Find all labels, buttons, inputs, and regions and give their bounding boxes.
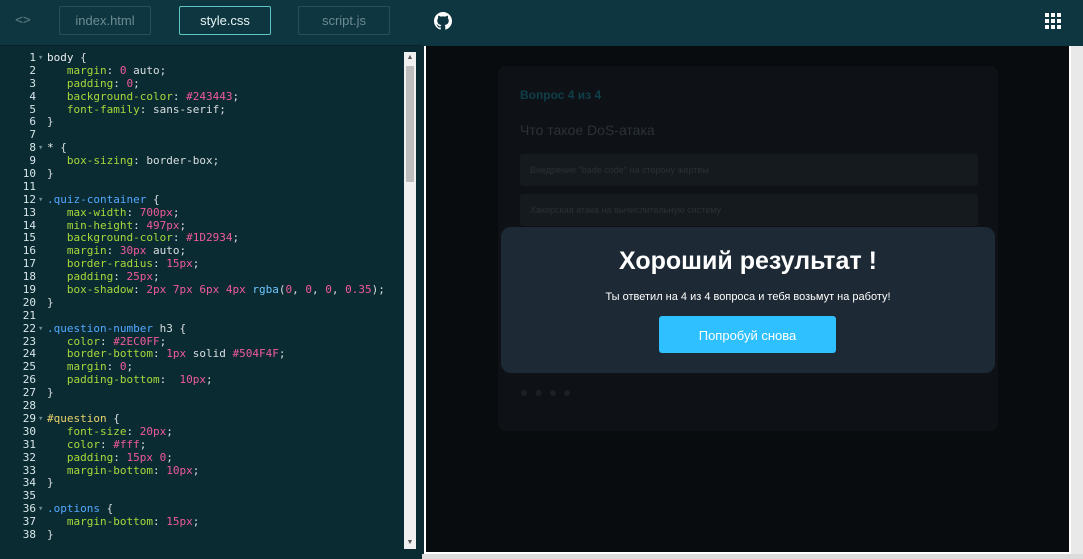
code-text: margin-bottom: 10px; <box>66 463 200 477</box>
question-text: Что такое DoS-атака <box>520 122 655 138</box>
scroll-thumb[interactable] <box>406 66 414 182</box>
tab-script-js[interactable]: script.js <box>298 6 390 35</box>
github-icon[interactable] <box>434 12 452 30</box>
line-number: 11 <box>22 179 36 193</box>
line-number: 31 <box>22 437 36 451</box>
line-number: 10 <box>22 167 36 181</box>
option-1[interactable]: Внедрение "bade code" на сторону жертвы <box>520 154 978 186</box>
grid-icon[interactable] <box>1045 13 1061 29</box>
code-text: box-sizing: border-box; <box>66 154 220 168</box>
code-text: margin-bottom: 15px; <box>66 515 200 529</box>
preview-frame: Вопрос 4 из 4 Что такое DoS-атака Внедре… <box>424 46 1071 554</box>
question-number: Вопрос 4 из 4 <box>520 88 602 102</box>
code-line[interactable]: 19 box-shadow: 2px 7px 6px 4px rgba(0, 0… <box>0 283 404 297</box>
fold-arrow-icon[interactable]: ▾ <box>38 142 43 155</box>
code-text: font-family: sans-serif; <box>66 102 226 116</box>
line-number: 3 <box>29 76 36 90</box>
line-number: 4 <box>29 89 36 103</box>
code-text: box-shadow: 2px 7px 6px 4px rgba(0, 0, 0… <box>66 283 385 297</box>
line-number: 29 <box>22 411 36 425</box>
code-text: } <box>47 386 54 400</box>
code-line[interactable]: 34} <box>0 476 404 490</box>
line-number: 12 <box>22 192 36 206</box>
code-text: } <box>47 167 54 181</box>
modal-title: Хороший результат ! <box>619 247 877 275</box>
code-line[interactable]: 20} <box>0 295 404 310</box>
progress-dots: ● ● ● ● <box>520 384 573 400</box>
right-gutter <box>1071 46 1083 559</box>
preview-header <box>422 0 1083 46</box>
code-text: } <box>47 295 54 309</box>
result-modal: Хороший результат ! Ты ответил на 4 из 4… <box>501 227 995 373</box>
line-number: 32 <box>22 450 36 464</box>
code-line[interactable]: 9 box-sizing: border-box; <box>0 154 404 168</box>
scroll-down-arrow-icon[interactable]: ▼ <box>404 537 416 549</box>
code-line[interactable]: 27} <box>0 386 404 400</box>
code-text: } <box>47 527 54 541</box>
code-brackets-icon[interactable]: <> <box>12 10 34 32</box>
line-number: 20 <box>22 295 36 309</box>
code-text: } <box>47 115 54 129</box>
code-line[interactable]: 6} <box>0 116 404 129</box>
line-number: 2 <box>29 63 36 77</box>
code-line[interactable]: 38} <box>0 527 404 542</box>
code-line[interactable]: 37 margin-bottom: 15px; <box>0 515 404 529</box>
code-line[interactable]: 33 margin-bottom: 10px; <box>0 463 404 478</box>
code-line[interactable]: 10} <box>0 167 404 181</box>
retry-button[interactable]: Попробуй снова <box>659 316 836 353</box>
option-2[interactable]: Хакерская атака на вычислительную систем… <box>520 194 978 226</box>
line-number: 22 <box>22 321 36 335</box>
editor-scrollbar[interactable]: ▲ ▼ <box>404 52 416 549</box>
code-line[interactable]: 5 font-family: sans-serif; <box>0 102 404 117</box>
scroll-up-arrow-icon[interactable]: ▲ <box>404 52 416 64</box>
fold-arrow-icon[interactable]: ▾ <box>38 323 43 336</box>
line-number: 1 <box>29 52 36 64</box>
line-number: 38 <box>22 527 36 541</box>
fold-arrow-icon[interactable]: ▾ <box>38 52 43 65</box>
fold-arrow-icon[interactable]: ▾ <box>38 194 43 207</box>
bottom-gutter <box>422 554 1083 559</box>
fold-arrow-icon[interactable]: ▾ <box>38 503 43 516</box>
tab-index-html[interactable]: index.html <box>59 6 151 35</box>
code-editor-pane: <> index.html style.css script.js 1 ▾ body… <box>0 0 422 559</box>
code-area[interactable]: 1 ▾ body {2 margin: 0 auto; 3 padding: 0; 4 … <box>0 52 404 550</box>
line-number: 21 <box>22 308 36 322</box>
line-number: 19 <box>22 283 36 297</box>
tab-style-css[interactable]: style.css <box>179 6 271 35</box>
editor-tab-bar: <> index.html style.css script.js <box>0 0 422 46</box>
code-text: padding-bottom: 10px; <box>66 373 213 387</box>
code-text: } <box>47 476 54 490</box>
fold-arrow-icon[interactable]: ▾ <box>38 413 43 426</box>
modal-text: Ты ответил на 4 из 4 вопроса и тебя возь… <box>605 291 891 303</box>
code-line[interactable]: 26 padding-bottom: 10px; <box>0 373 404 387</box>
line-number: 30 <box>22 424 36 438</box>
line-number: 13 <box>22 205 36 219</box>
